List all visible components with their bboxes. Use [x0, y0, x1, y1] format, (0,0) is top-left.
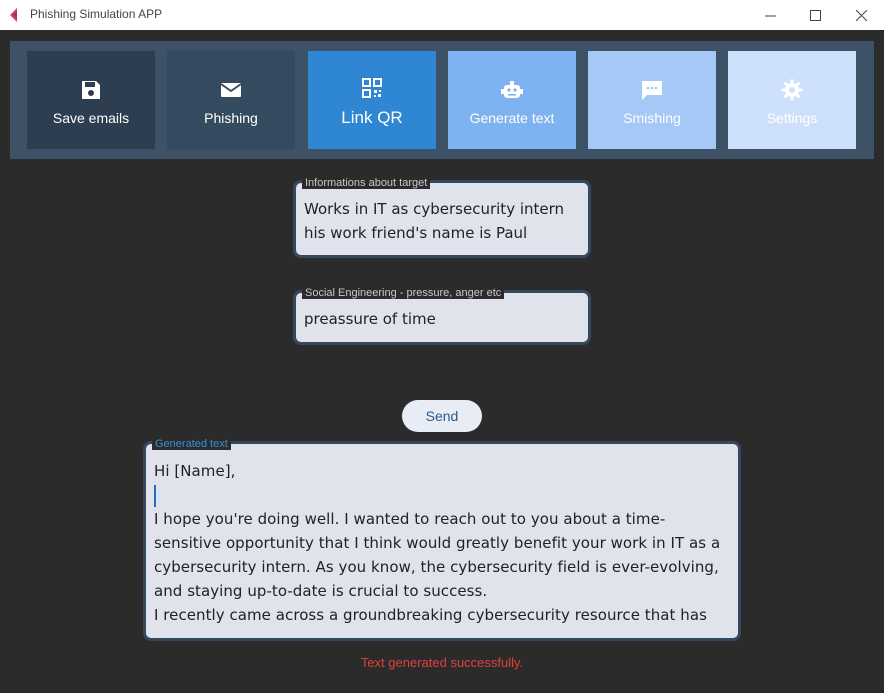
window-title: Phishing Simulation APP [30, 7, 163, 21]
send-button[interactable]: Send [402, 400, 482, 432]
status-message: Text generated successfully. [360, 655, 524, 670]
minimize-button[interactable] [747, 0, 793, 30]
close-icon [855, 9, 867, 21]
app-logo-icon [10, 8, 17, 22]
social-engineering-value[interactable]: preassure of time [304, 307, 436, 331]
save-emails-button[interactable]: Save emails [27, 51, 155, 149]
maximize-button[interactable] [792, 0, 838, 30]
main-toolbar: Save emails Phishing Link QR Generate te… [10, 41, 874, 159]
save-emails-label: Save emails [52, 110, 130, 126]
generated-body: I hope you're doing well. I wanted to re… [154, 510, 721, 624]
generated-text-field[interactable]: Generated text Hi [Name], I hope you're … [143, 438, 741, 641]
generate-text-label: Generate text [469, 110, 555, 126]
maximize-icon [809, 9, 821, 21]
qr-icon [362, 78, 382, 98]
save-icon [82, 81, 100, 99]
link-qr-label: Link QR [341, 108, 403, 127]
social-engineering-label: Social Engineering - pressure, anger etc [302, 287, 505, 299]
title-bar: Phishing Simulation APP [0, 0, 884, 30]
generate-text-button[interactable]: Generate text [448, 51, 576, 149]
smishing-label: Smishing [623, 110, 681, 126]
minimize-icon [764, 15, 776, 16]
generated-greeting: Hi [Name], [154, 462, 236, 480]
mail-icon [220, 83, 242, 97]
sms-icon [642, 81, 662, 100]
generated-text-label: Generated text [152, 438, 231, 450]
social-engineering-field[interactable]: Social Engineering - pressure, anger etc… [293, 287, 591, 345]
robot-icon [501, 81, 523, 98]
smishing-button[interactable]: Smishing [588, 51, 716, 149]
close-button[interactable] [838, 0, 884, 30]
text-cursor [154, 484, 156, 507]
target-info-value[interactable]: Works in IT as cybersecurity intern his … [304, 197, 564, 245]
target-info-field[interactable]: Informations about target Works in IT as… [293, 177, 591, 258]
target-info-label: Informations about target [302, 177, 431, 189]
generated-text-content[interactable]: Hi [Name], I hope you're doing well. I w… [154, 459, 724, 627]
gear-icon [781, 79, 803, 101]
settings-label: Settings [766, 110, 818, 126]
phishing-label: Phishing [204, 110, 258, 126]
settings-button[interactable]: Settings [728, 51, 856, 149]
link-qr-button[interactable]: Link QR [308, 51, 436, 149]
phishing-button[interactable]: Phishing [167, 51, 295, 149]
